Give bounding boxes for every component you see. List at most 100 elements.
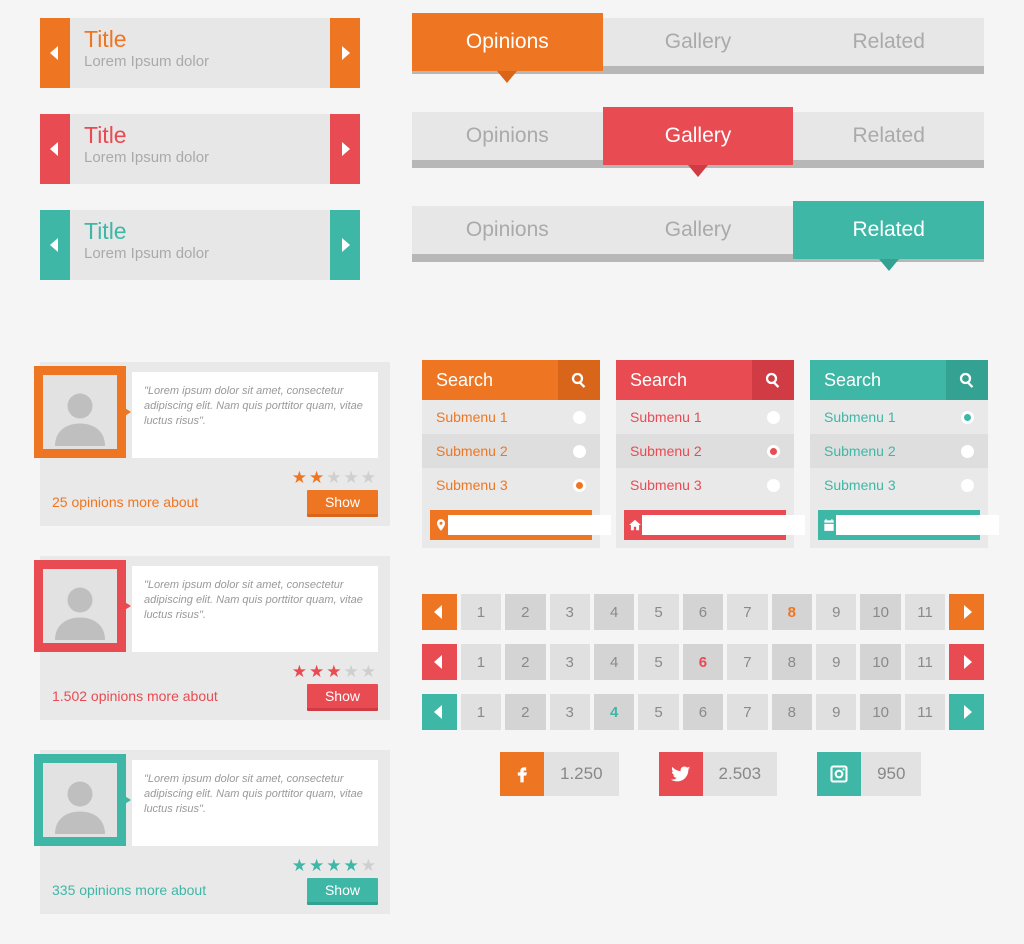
tab-opinions[interactable]: Opinions bbox=[412, 13, 603, 71]
page-number[interactable]: 9 bbox=[816, 644, 856, 680]
page-number[interactable]: 8 bbox=[772, 594, 812, 630]
submenu-item[interactable]: Submenu 3 bbox=[422, 468, 600, 502]
submenu-item[interactable]: Submenu 1 bbox=[422, 400, 600, 434]
submenu-item[interactable]: Submenu 2 bbox=[810, 434, 988, 468]
radio-dot[interactable] bbox=[961, 411, 974, 424]
page-number[interactable]: 7 bbox=[727, 694, 767, 730]
page-number[interactable]: 3 bbox=[550, 694, 590, 730]
show-button[interactable]: Show bbox=[307, 684, 378, 708]
instagram-icon[interactable] bbox=[817, 752, 861, 796]
search-icon[interactable] bbox=[752, 360, 794, 400]
search-icon[interactable] bbox=[946, 360, 988, 400]
show-button[interactable]: Show bbox=[307, 490, 378, 514]
next-arrow[interactable] bbox=[330, 18, 360, 88]
facebook-icon[interactable] bbox=[500, 752, 544, 796]
page-number[interactable]: 11 bbox=[905, 644, 945, 680]
title-slider: Title Lorem Ipsum dolor bbox=[40, 18, 360, 88]
radio-dot[interactable] bbox=[767, 411, 780, 424]
page-number[interactable]: 10 bbox=[860, 644, 900, 680]
tab-related[interactable]: Related bbox=[793, 18, 984, 66]
page-number[interactable]: 2 bbox=[505, 694, 545, 730]
twitter-icon[interactable] bbox=[659, 752, 703, 796]
page-prev[interactable] bbox=[422, 644, 457, 680]
page-number[interactable]: 4 bbox=[594, 694, 634, 730]
next-arrow[interactable] bbox=[330, 114, 360, 184]
show-button[interactable]: Show bbox=[307, 878, 378, 902]
page-prev[interactable] bbox=[422, 694, 457, 730]
tab-gallery[interactable]: Gallery bbox=[603, 18, 794, 66]
radio-dot[interactable] bbox=[961, 479, 974, 492]
page-number[interactable]: 8 bbox=[772, 694, 812, 730]
prev-arrow[interactable] bbox=[40, 114, 70, 184]
radio-dot[interactable] bbox=[573, 411, 586, 424]
slider-body: Title Lorem Ipsum dolor bbox=[70, 18, 330, 88]
slider-body: Title Lorem Ipsum dolor bbox=[70, 114, 330, 184]
page-number[interactable]: 4 bbox=[594, 644, 634, 680]
title-sliders: Title Lorem Ipsum dolor Title Lorem Ipsu… bbox=[40, 18, 360, 306]
page-number[interactable]: 5 bbox=[638, 594, 678, 630]
radio-dot[interactable] bbox=[573, 445, 586, 458]
tab-gallery[interactable]: Gallery bbox=[603, 107, 794, 165]
page-number[interactable]: 6 bbox=[683, 694, 723, 730]
page-number[interactable]: 11 bbox=[905, 594, 945, 630]
page-next[interactable] bbox=[949, 644, 984, 680]
social-counter: 2.503 bbox=[659, 752, 778, 796]
search-title: Search bbox=[422, 360, 558, 400]
search-input[interactable] bbox=[448, 515, 611, 535]
page-number[interactable]: 2 bbox=[505, 644, 545, 680]
calendar-icon bbox=[822, 514, 836, 536]
submenu-item[interactable]: Submenu 1 bbox=[810, 400, 988, 434]
page-number[interactable]: 1 bbox=[461, 594, 501, 630]
tab-related[interactable]: Related bbox=[793, 112, 984, 160]
prev-arrow[interactable] bbox=[40, 18, 70, 88]
submenu-item[interactable]: Submenu 1 bbox=[616, 400, 794, 434]
search-title: Search bbox=[616, 360, 752, 400]
page-number[interactable]: 10 bbox=[860, 694, 900, 730]
search-input[interactable] bbox=[836, 515, 999, 535]
tab-gallery[interactable]: Gallery bbox=[603, 206, 794, 254]
page-number[interactable]: 2 bbox=[505, 594, 545, 630]
page-number[interactable]: 8 bbox=[772, 644, 812, 680]
page-number[interactable]: 9 bbox=[816, 694, 856, 730]
tab-bar: OpinionsGalleryRelated bbox=[412, 18, 984, 82]
tab-opinions[interactable]: Opinions bbox=[412, 112, 603, 160]
tab-related[interactable]: Related bbox=[793, 201, 984, 259]
page-number[interactable]: 5 bbox=[638, 694, 678, 730]
search-icon[interactable] bbox=[558, 360, 600, 400]
next-arrow[interactable] bbox=[330, 210, 360, 280]
submenu-item[interactable]: Submenu 3 bbox=[810, 468, 988, 502]
page-prev[interactable] bbox=[422, 594, 457, 630]
slider-title: Title bbox=[84, 218, 316, 245]
search-input[interactable] bbox=[642, 515, 805, 535]
page-number[interactable]: 5 bbox=[638, 644, 678, 680]
page-number[interactable]: 10 bbox=[860, 594, 900, 630]
page-number[interactable]: 6 bbox=[683, 644, 723, 680]
submenu-item[interactable]: Submenu 2 bbox=[616, 434, 794, 468]
search-bar bbox=[430, 510, 592, 540]
page-number[interactable]: 7 bbox=[727, 644, 767, 680]
page-number[interactable]: 3 bbox=[550, 644, 590, 680]
page-number[interactable]: 3 bbox=[550, 594, 590, 630]
radio-dot[interactable] bbox=[573, 479, 586, 492]
radio-dot[interactable] bbox=[961, 445, 974, 458]
radio-dot[interactable] bbox=[767, 479, 780, 492]
opinion-cards: "Lorem ipsum dolor sit amet, consectetur… bbox=[40, 362, 390, 944]
page-next[interactable] bbox=[949, 694, 984, 730]
submenu-item[interactable]: Submenu 3 bbox=[616, 468, 794, 502]
page-number[interactable]: 11 bbox=[905, 694, 945, 730]
page-number[interactable]: 9 bbox=[816, 594, 856, 630]
tab-opinions[interactable]: Opinions bbox=[412, 206, 603, 254]
search-bar bbox=[818, 510, 980, 540]
submenu-item[interactable]: Submenu 2 bbox=[422, 434, 600, 468]
slider-subtitle: Lorem Ipsum dolor bbox=[84, 53, 316, 70]
tab-bar: OpinionsGalleryRelated bbox=[412, 206, 984, 270]
page-next[interactable] bbox=[949, 594, 984, 630]
page-number[interactable]: 6 bbox=[683, 594, 723, 630]
page-number[interactable]: 1 bbox=[461, 644, 501, 680]
page-number[interactable]: 7 bbox=[727, 594, 767, 630]
page-number[interactable]: 4 bbox=[594, 594, 634, 630]
pagination: 1234567891011 bbox=[422, 694, 984, 730]
page-number[interactable]: 1 bbox=[461, 694, 501, 730]
prev-arrow[interactable] bbox=[40, 210, 70, 280]
radio-dot[interactable] bbox=[767, 445, 780, 458]
